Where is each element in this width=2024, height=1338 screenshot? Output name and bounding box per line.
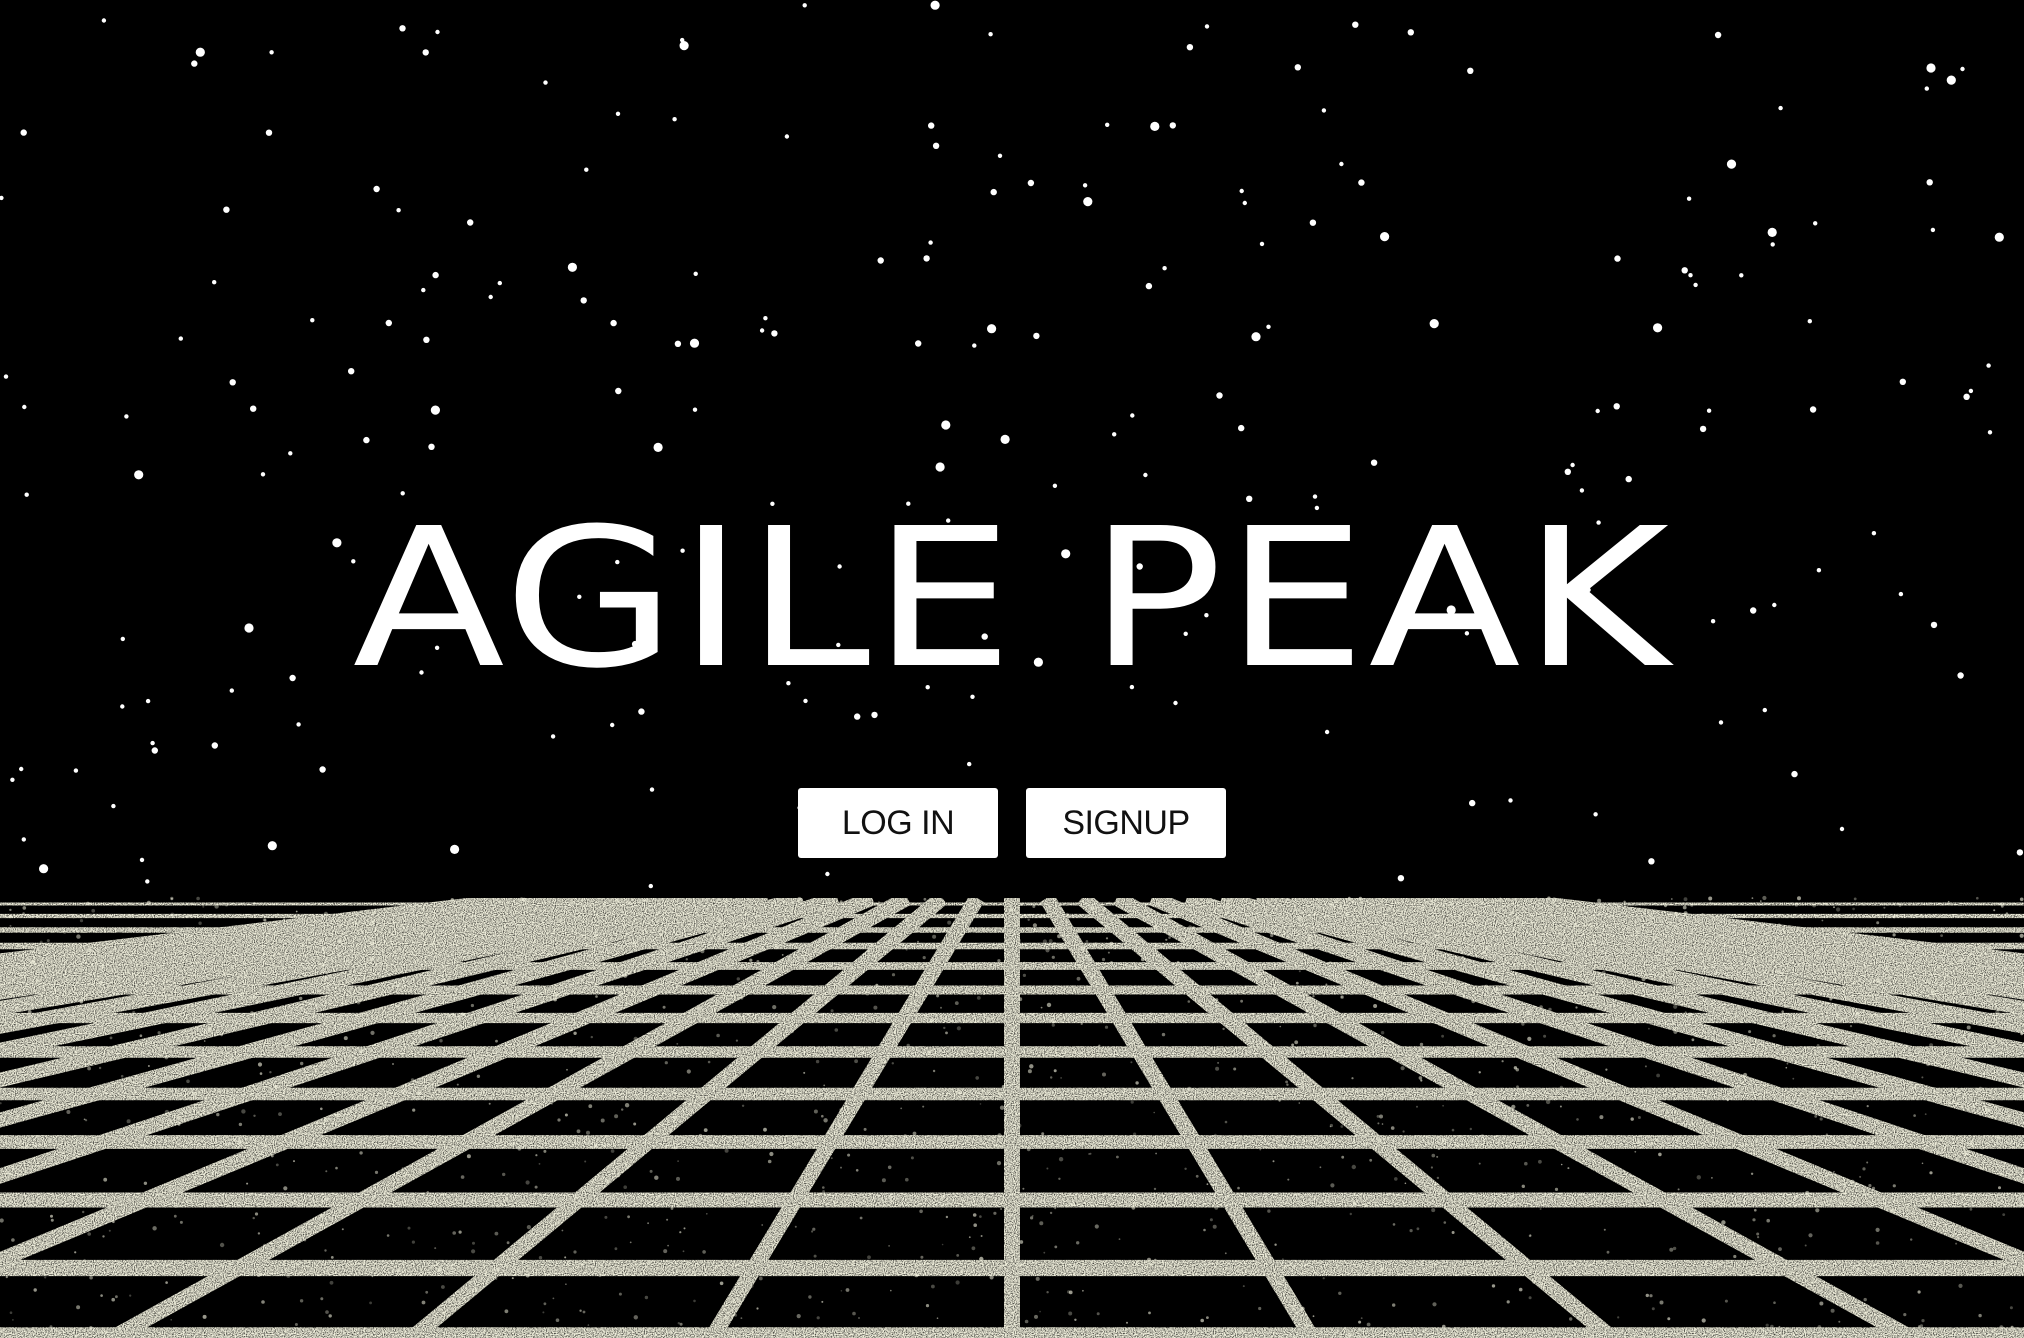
- page-title: AGILE PEAK: [352, 488, 1672, 711]
- landing-page: AGILE PEAK LOG IN SIGNUP: [0, 0, 2024, 1338]
- auth-buttons: LOG IN SIGNUP: [798, 788, 1226, 858]
- signup-button[interactable]: SIGNUP: [1026, 788, 1226, 858]
- login-button[interactable]: LOG IN: [798, 788, 998, 858]
